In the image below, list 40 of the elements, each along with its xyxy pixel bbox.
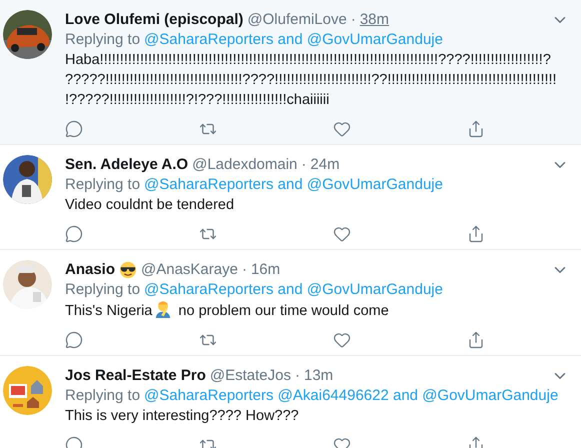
tweet-text: Haba!!!!!!!!!!!!!!!!!!!!!!!!!!!!!!!!!!!!!!!!!!!!!!!!!!!!!!!!!!!!!!!!!!!!!!!!!!!!!!!!!!!!????!!!!!!!!!!!!!!!!!!? ?????!!!!!!!!!!!!!!!!!!!!!!!!!!!!!!!!!!????!!!!!!!!!!!!!!!!!!!!!!!!??!!!!!!!!!!!!!!!!!!!!!!!!!!!!!!!!!!!!!!!!!! !?????!!!!!!!!!!!!!!!!!!!?!???!!!!!!!!!!!!!!!!chaiiiiii	[65, 51, 558, 110]
tweet-time[interactable]: 24m	[310, 155, 340, 175]
mention-link[interactable]: @SaharaReporters and @GovUmarGanduje	[144, 30, 443, 50]
mention-link[interactable]: @SaharaReporters and @GovUmarGanduje	[144, 280, 443, 300]
author-handle[interactable]: @AnasKaraye	[141, 260, 238, 280]
separator-dot: ·	[242, 260, 247, 280]
separator-dot: ·	[301, 155, 306, 175]
tweet-text: This is very interesting???? How???	[65, 407, 300, 426]
replying-label: Replying to	[65, 280, 140, 300]
like-icon[interactable]	[333, 331, 351, 349]
reply-icon[interactable]	[65, 120, 83, 138]
tweet-time[interactable]: 38m	[360, 10, 389, 30]
facepalm-emoji-icon	[154, 300, 172, 318]
reply-icon[interactable]	[65, 331, 83, 349]
author-name[interactable]: Jos Real-Estate Pro	[65, 366, 206, 386]
tweet-text: This's Nigeria no problem our time would come	[65, 300, 569, 321]
tweet-card[interactable]	[0, 0, 581, 145]
share-icon[interactable]	[467, 120, 485, 138]
replying-label: Replying to	[65, 175, 140, 195]
replying-label: Replying to	[65, 386, 140, 406]
author-handle[interactable]: @EstateJos	[210, 366, 291, 386]
author-handle[interactable]: @OlufemiLove	[247, 10, 347, 30]
author-name[interactable]: Sen. Adeleye A.O	[65, 155, 188, 175]
tweet-text: Video couldnt be tendered	[65, 196, 236, 215]
like-icon[interactable]	[333, 120, 351, 138]
share-icon[interactable]	[467, 225, 485, 243]
tweet-time[interactable]: 16m	[250, 260, 280, 280]
mention-link[interactable]: @SaharaReporters and @GovUmarGanduje	[144, 175, 443, 195]
replying-label: Replying to	[65, 30, 140, 50]
mention-link[interactable]: @SaharaReporters @Akai64496622 and @GovUmarGanduje	[144, 386, 558, 406]
author-name[interactable]: Anasio	[65, 260, 116, 280]
separator-dot: ·	[350, 10, 356, 30]
author-handle[interactable]: @Ladexdomain	[192, 155, 298, 175]
reply-icon[interactable]	[65, 225, 83, 243]
separator-dot: ·	[294, 366, 300, 386]
like-icon[interactable]	[333, 225, 351, 243]
tweet-time[interactable]: 13m	[304, 366, 334, 386]
sunglasses-emoji-icon	[119, 261, 138, 279]
share-icon[interactable]	[467, 331, 485, 349]
author-name[interactable]: Love Olufemi (episcopal)	[65, 10, 244, 30]
